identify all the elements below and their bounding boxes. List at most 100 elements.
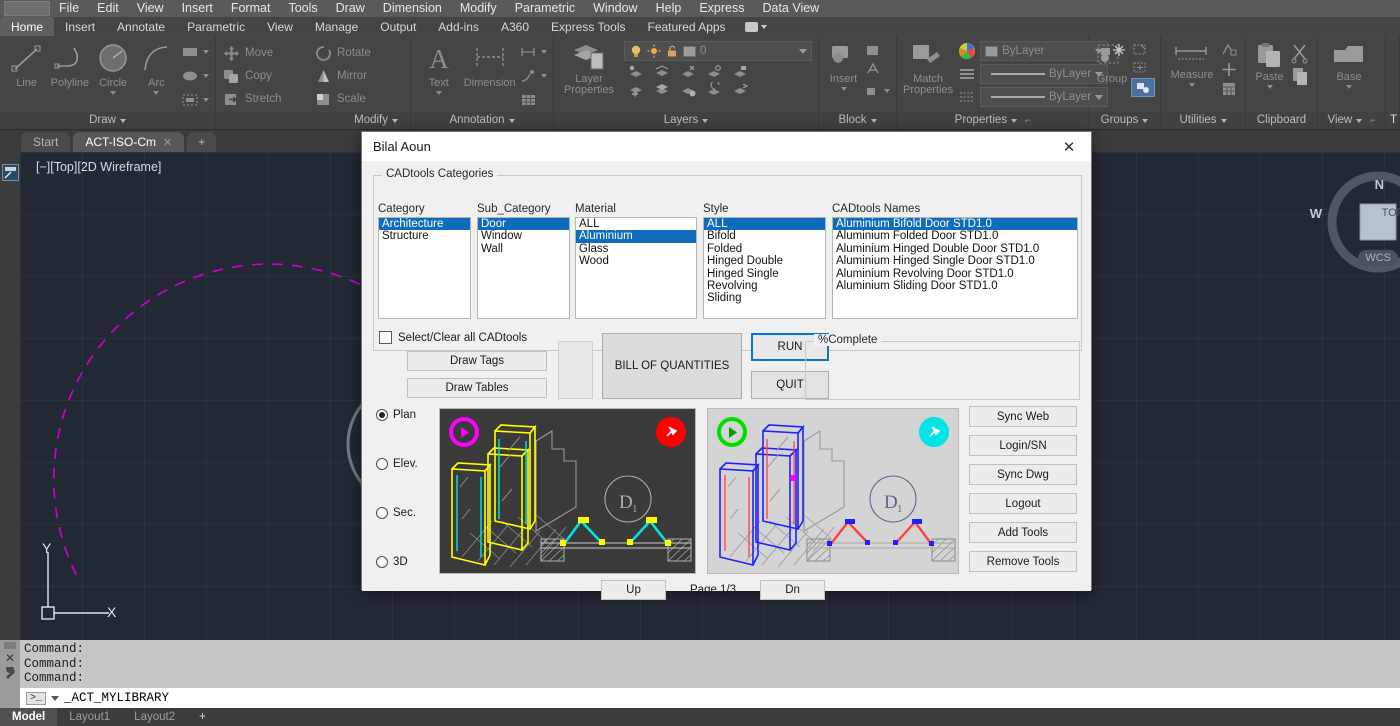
chevron-down-icon[interactable] bbox=[51, 695, 60, 701]
layer-new-icon[interactable] bbox=[628, 82, 645, 97]
tab-insert[interactable]: Insert bbox=[54, 17, 106, 36]
command-history[interactable]: Command: Command: Command: bbox=[20, 642, 1400, 686]
point-style-icon[interactable] bbox=[1219, 61, 1239, 78]
panel-dialog-launcher[interactable]: ⌐ bbox=[1025, 112, 1030, 129]
draw-tags-button[interactable]: Draw Tags bbox=[407, 351, 547, 371]
doc-tab-act-iso-cm[interactable]: ACT-ISO-Cm ✕ bbox=[73, 132, 185, 152]
drag-handle-icon[interactable] bbox=[4, 642, 16, 649]
new-document-tab[interactable]: + bbox=[187, 132, 217, 152]
list-item[interactable]: Aluminium Bifold Door STD1.0 bbox=[833, 218, 1077, 231]
view-mode-sec[interactable]: Sec. bbox=[376, 507, 416, 519]
layer-match-icon[interactable] bbox=[732, 82, 749, 97]
listbox-material[interactable]: ALL Aluminium Glass Wood bbox=[575, 217, 697, 319]
menu-item-edit[interactable]: Edit bbox=[88, 0, 128, 17]
calculator-icon[interactable] bbox=[1219, 80, 1239, 97]
close-icon[interactable]: ✕ bbox=[5, 651, 15, 665]
layout-tab-layout2[interactable]: Layout2 bbox=[122, 708, 187, 726]
panel-title-annotation[interactable]: Annotation bbox=[411, 112, 553, 129]
tool-circle[interactable]: Circle bbox=[93, 40, 134, 95]
tab-express-tools[interactable]: Express Tools bbox=[540, 17, 636, 36]
tool-base[interactable]: Base bbox=[1324, 40, 1374, 89]
tool-rectangle[interactable] bbox=[181, 41, 209, 63]
layer-states-icon[interactable] bbox=[680, 82, 697, 97]
remove-tools-button[interactable]: Remove Tools bbox=[969, 551, 1077, 572]
view-mode-3d[interactable]: 3D bbox=[376, 556, 408, 568]
command-input[interactable]: _ACT_MYLIBRARY bbox=[64, 691, 169, 705]
viewport-controls-icon[interactable] bbox=[2, 164, 19, 181]
tool-match-properties[interactable]: Match Properties bbox=[903, 40, 953, 96]
menu-item-format[interactable]: Format bbox=[222, 0, 280, 17]
panel-title-clipboard[interactable]: Clipboard bbox=[1246, 112, 1317, 129]
list-item[interactable]: Aluminium bbox=[576, 230, 696, 243]
tab-add-ins[interactable]: Add-ins bbox=[427, 17, 490, 36]
ungroup-icon[interactable] bbox=[1131, 60, 1150, 76]
ribbon-gallery-toggle[interactable] bbox=[737, 17, 775, 36]
view-mode-elev[interactable]: Elev. bbox=[376, 458, 418, 470]
layout-tab-layout1[interactable]: Layout1 bbox=[57, 708, 122, 726]
list-item[interactable]: Hinged Double bbox=[704, 255, 825, 267]
tool-scale[interactable]: Scale bbox=[314, 88, 394, 110]
tab-parametric[interactable]: Parametric bbox=[176, 17, 256, 36]
tool-leader[interactable] bbox=[519, 65, 547, 87]
wcs-badge[interactable]: WCS bbox=[1358, 250, 1398, 266]
list-item[interactable]: Folded bbox=[704, 243, 825, 255]
view-cube[interactable] bbox=[1308, 160, 1400, 290]
tab-home[interactable]: Home bbox=[0, 17, 55, 36]
layer-selector[interactable]: 0 bbox=[624, 41, 812, 61]
tool-table[interactable] bbox=[519, 89, 547, 111]
listbox-cadtools-names[interactable]: Aluminium Bifold Door STD1.0 Aluminium F… bbox=[832, 217, 1078, 319]
panel-title-draw[interactable]: Draw bbox=[0, 112, 215, 129]
list-item[interactable]: Aluminium Hinged Single Door STD1.0 bbox=[833, 255, 1077, 267]
list-item[interactable]: Wall bbox=[478, 243, 569, 255]
sync-dwg-button[interactable]: Sync Dwg bbox=[969, 464, 1077, 485]
list-item[interactable]: Structure bbox=[379, 230, 470, 242]
light-preview[interactable]: D 1 bbox=[707, 408, 959, 574]
play-icon[interactable] bbox=[717, 417, 747, 447]
menu-item-modify[interactable]: Modify bbox=[451, 0, 506, 17]
tool-polyline[interactable]: Polyline bbox=[49, 40, 90, 89]
tool-ellipse[interactable] bbox=[181, 65, 209, 87]
tab-manage[interactable]: Manage bbox=[304, 17, 369, 36]
close-icon[interactable]: ✕ bbox=[1047, 132, 1091, 161]
listbox-category[interactable]: Architecture Structure bbox=[378, 217, 471, 319]
tool-layer-properties[interactable]: Layer Properties bbox=[560, 40, 618, 96]
tool-block-more[interactable] bbox=[864, 80, 890, 102]
list-item[interactable]: Aluminium Folded Door STD1.0 bbox=[833, 230, 1077, 242]
sync-web-button[interactable]: Sync Web bbox=[969, 406, 1077, 427]
tab-featured-apps[interactable]: Featured Apps bbox=[637, 17, 737, 36]
block-editor-icon[interactable] bbox=[864, 42, 884, 59]
tool-measure[interactable]: Measure bbox=[1167, 40, 1217, 87]
layer-merge-icon[interactable] bbox=[654, 82, 671, 97]
panel-title-properties[interactable]: Properties ⌐ bbox=[897, 112, 1088, 129]
cut-icon[interactable] bbox=[1289, 42, 1311, 64]
define-attributes-icon[interactable] bbox=[864, 61, 884, 78]
tab-annotate[interactable]: Annotate bbox=[106, 17, 176, 36]
command-input-row[interactable]: >_ _ACT_MYLIBRARY bbox=[20, 688, 1400, 708]
tool-line[interactable]: Line bbox=[6, 40, 47, 89]
logout-button[interactable]: Logout bbox=[969, 493, 1077, 514]
list-item[interactable]: Architecture bbox=[379, 218, 470, 231]
bill-of-quantities-button[interactable]: BILL OF QUANTITIES bbox=[602, 333, 742, 399]
close-icon[interactable]: ✕ bbox=[163, 136, 172, 149]
tool-move[interactable]: Move bbox=[222, 42, 300, 64]
dark-preview[interactable]: D 1 bbox=[439, 408, 696, 574]
list-item[interactable]: Door bbox=[478, 218, 569, 231]
menu-item-help[interactable]: Help bbox=[647, 0, 691, 17]
tool-dimension-linear[interactable] bbox=[519, 41, 547, 63]
page-up-button[interactable]: Up bbox=[601, 580, 666, 600]
panel-title-modify[interactable]: Modify bbox=[216, 112, 410, 129]
layer-off-icon[interactable] bbox=[706, 64, 723, 79]
menu-item-window[interactable]: Window bbox=[584, 0, 646, 17]
tab-view[interactable]: View bbox=[256, 17, 304, 36]
quick-select-icon[interactable] bbox=[1219, 42, 1239, 59]
layout-tab-model[interactable]: Model bbox=[0, 708, 58, 726]
list-item[interactable]: Aluminium Revolving Door STD1.0 bbox=[833, 268, 1077, 280]
application-menu-button[interactable] bbox=[4, 1, 50, 16]
list-item[interactable]: Window bbox=[478, 230, 569, 242]
menu-item-draw[interactable]: Draw bbox=[327, 0, 374, 17]
layer-previous-icon[interactable] bbox=[706, 82, 723, 97]
tool-text[interactable]: A Text bbox=[417, 40, 460, 95]
list-item[interactable]: Bifold bbox=[704, 230, 825, 242]
layer-lock-icon[interactable] bbox=[732, 64, 749, 79]
list-item[interactable]: Hinged Single bbox=[704, 268, 825, 280]
